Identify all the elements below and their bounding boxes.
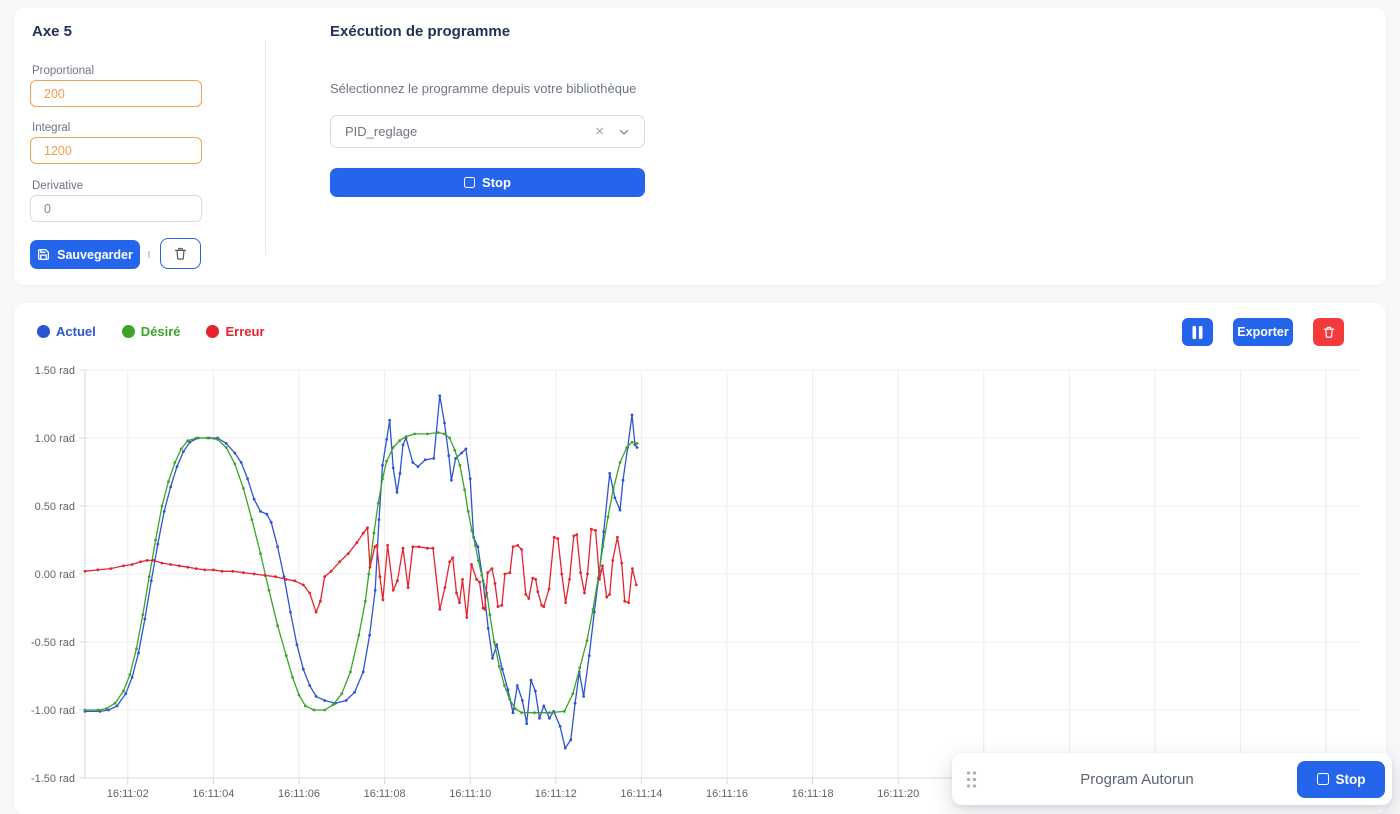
svg-text:16:11:08: 16:11:08: [364, 788, 406, 800]
program-stop-button[interactable]: Stop: [330, 168, 645, 197]
autorun-title: Program Autorun: [977, 771, 1297, 788]
legend-dot-desire: [122, 325, 135, 338]
proportional-input[interactable]: [30, 80, 202, 107]
program-select-value: PID_reglage: [345, 124, 595, 139]
svg-text:16:11:10: 16:11:10: [449, 788, 491, 800]
chart-card: 1.50 rad 1.00 rad 0.50 rad 0.00 rad -0.50 ra…: [14, 303, 1386, 814]
vertical-divider: [265, 40, 266, 255]
chart-toolbar: Exporter: [1182, 318, 1344, 346]
autorun-stop-button[interactable]: Stop: [1297, 761, 1385, 798]
trash-icon: [1322, 325, 1336, 339]
program-execution-title: Exécution de programme: [330, 23, 510, 40]
legend-label-desire: Désiré: [141, 324, 181, 339]
svg-text:16:11:12: 16:11:12: [535, 788, 577, 800]
export-button-label: Exporter: [1237, 325, 1288, 339]
pause-icon: [1192, 326, 1203, 339]
program-select[interactable]: PID_reglage ×: [330, 115, 645, 148]
legend-item-desire[interactable]: Désiré: [122, 324, 181, 339]
legend-dot-erreur: [206, 325, 219, 338]
legend-item-erreur[interactable]: Erreur: [206, 324, 264, 339]
stop-square-icon: [1317, 773, 1329, 785]
integral-input[interactable]: [30, 137, 202, 164]
save-button[interactable]: Sauvegarder: [30, 240, 140, 269]
delete-gains-button[interactable]: [160, 238, 201, 269]
svg-text:1.50 rad: 1.50 rad: [35, 365, 75, 377]
pid-program-card: Axe 5 Proportional Integral Derivative S…: [14, 8, 1386, 285]
chart-legend: Actuel Désiré Erreur: [37, 324, 265, 339]
save-button-label: Sauvegarder: [57, 248, 133, 262]
legend-label-erreur: Erreur: [225, 324, 264, 339]
svg-text:16:11:02: 16:11:02: [107, 788, 149, 800]
svg-text:-1.00 rad: -1.00 rad: [31, 705, 75, 717]
pause-button[interactable]: [1182, 318, 1213, 346]
trash-icon: [173, 246, 188, 261]
program-stop-label: Stop: [482, 175, 511, 190]
legend-item-actuel[interactable]: Actuel: [37, 324, 96, 339]
svg-text:16:11:14: 16:11:14: [620, 788, 662, 800]
svg-text:16:11:20: 16:11:20: [877, 788, 919, 800]
legend-dot-actuel: [37, 325, 50, 338]
clear-chart-button[interactable]: [1313, 318, 1344, 346]
svg-text:16:11:04: 16:11:04: [192, 788, 234, 800]
svg-text:16:11:18: 16:11:18: [792, 788, 834, 800]
drag-handle[interactable]: [966, 770, 977, 789]
axis-title: Axe 5: [32, 23, 72, 40]
button-separator: [148, 251, 150, 258]
integral-label: Integral: [32, 122, 70, 134]
floppy-icon: [37, 248, 50, 261]
svg-text:16:11:16: 16:11:16: [706, 788, 748, 800]
svg-text:-0.50 rad: -0.50 rad: [31, 637, 75, 649]
svg-text:-1.50 rad: -1.50 rad: [31, 773, 75, 785]
svg-text:1.00 rad: 1.00 rad: [35, 433, 75, 445]
derivative-label: Derivative: [32, 180, 83, 192]
clear-icon[interactable]: ×: [595, 123, 604, 140]
pid-response-chart: 1.50 rad 1.00 rad 0.50 rad 0.00 rad -0.50 ra…: [14, 303, 1386, 814]
program-select-hint: Sélectionnez le programme depuis votre b…: [330, 81, 636, 96]
autorun-bar: Program Autorun Stop: [952, 753, 1392, 805]
export-button[interactable]: Exporter: [1233, 318, 1293, 346]
autorun-stop-label: Stop: [1336, 772, 1366, 787]
proportional-label: Proportional: [32, 65, 94, 77]
svg-text:0.00 rad: 0.00 rad: [35, 569, 75, 581]
chevron-down-icon[interactable]: [618, 126, 630, 138]
svg-text:16:11:06: 16:11:06: [278, 788, 320, 800]
derivative-input[interactable]: [30, 195, 202, 222]
svg-text:0.50 rad: 0.50 rad: [35, 501, 75, 513]
legend-label-actuel: Actuel: [56, 324, 96, 339]
stop-square-icon: [464, 177, 475, 188]
